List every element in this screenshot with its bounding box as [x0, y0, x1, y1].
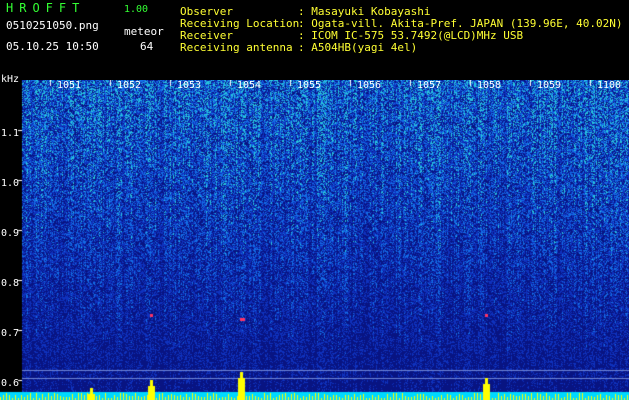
y-tick-label: 0.8: [1, 278, 20, 289]
meteor-label: meteor: [124, 25, 164, 38]
header-panel: HROFFT 1.00 0510251050.png 05.10.25 10:5…: [0, 0, 629, 80]
antenna-label: Receiving antenna: [180, 41, 293, 54]
time-tick-label: 1100: [597, 80, 622, 91]
y-tick-label: 1.1: [1, 128, 20, 139]
time-tick-label: 1056: [357, 80, 382, 91]
spectrogram-canvas: [0, 80, 629, 400]
time-tick-label: 1057: [417, 80, 442, 91]
date-time: 05.10.25 10:50: [6, 40, 99, 53]
file-name: 0510251050.png: [6, 19, 99, 32]
spectrogram: kHz 1.1 1.0 0.9 0.8 0.7 0.6 1051 1052 1053 1054 1…: [0, 74, 629, 400]
time-tick-label: 1058: [477, 80, 502, 91]
y-tick-label: 0.7: [1, 328, 20, 339]
antenna-value: : A504HB(yagi 4el): [298, 41, 418, 54]
y-tick-label: 0.6: [1, 378, 20, 389]
y-unit-label: kHz: [1, 74, 20, 85]
time-tick-label: 1053: [177, 80, 202, 91]
meteor-count: 64: [140, 40, 154, 53]
app-title: HROFFT: [6, 1, 86, 15]
time-tick-label: 1055: [297, 80, 322, 91]
time-tick-label: 1051: [57, 80, 82, 91]
time-tick-label: 1054: [237, 80, 262, 91]
y-tick-label: 0.9: [1, 228, 20, 239]
time-tick-label: 1052: [117, 80, 142, 91]
time-tick-label: 1059: [537, 80, 562, 91]
app-version: 1.00: [124, 4, 149, 15]
y-tick-label: 1.0: [1, 178, 20, 189]
